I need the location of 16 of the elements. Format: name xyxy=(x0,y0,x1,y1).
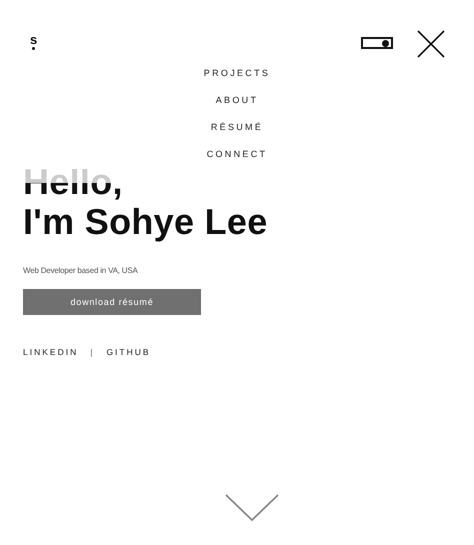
logo[interactable]: s xyxy=(30,34,38,45)
menu-link[interactable]: PROJECTS xyxy=(204,66,270,80)
social-link[interactable]: GITHUB xyxy=(106,347,151,357)
social-link[interactable]: LINKEDIN xyxy=(23,347,78,357)
theme-toggle[interactable] xyxy=(361,37,393,49)
tagline: Web Developer based in VA, USA xyxy=(23,266,139,275)
greeting-heading: Hello, xyxy=(23,162,124,202)
close-icon[interactable] xyxy=(417,30,445,58)
dot-icon xyxy=(32,47,36,50)
menu-link[interactable]: RÉSUMÉ xyxy=(210,120,264,134)
menu-link[interactable]: ABOUT xyxy=(216,93,258,107)
name-heading: I'm Sohye Lee xyxy=(23,202,268,242)
download-button[interactable]: download résumé xyxy=(23,289,201,315)
menu-link[interactable]: CONNECT xyxy=(206,147,268,161)
separator: | xyxy=(90,347,94,357)
chevron-down-icon[interactable] xyxy=(225,494,279,522)
